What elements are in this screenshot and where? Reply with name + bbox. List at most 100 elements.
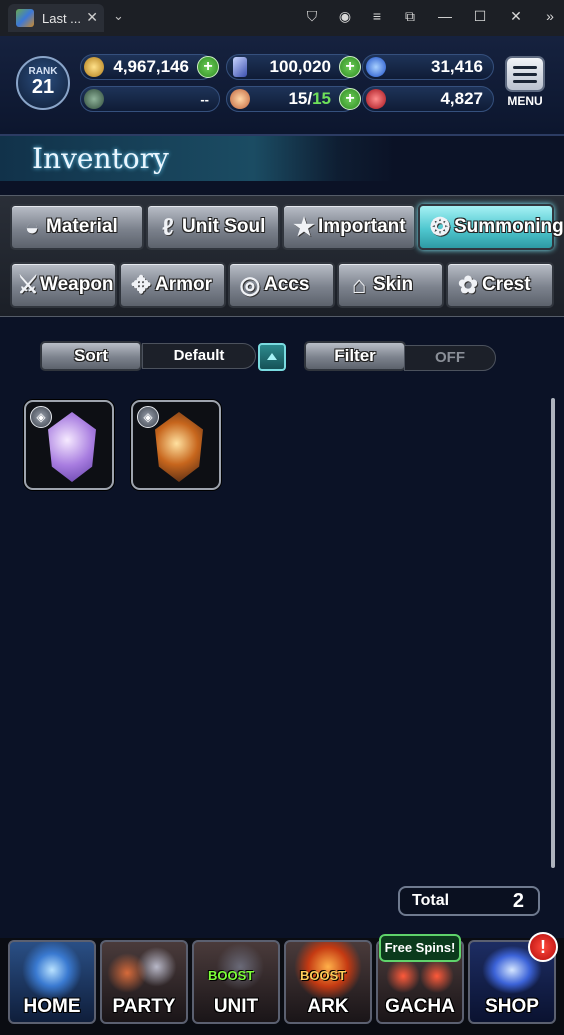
rank-badge[interactable]: RANK 21 [16,56,70,110]
add-lapis-button[interactable]: + [339,56,361,78]
sort-value[interactable]: Default [142,343,256,369]
summon-stone-icon: ❂ [429,214,451,241]
lapis-crystal-icon [233,57,247,77]
boost-tag: BOOST [300,968,347,983]
summon-badge-icon: ◈ [137,406,159,428]
tab-weapon[interactable]: ⚔ Weapon [10,262,117,308]
browser-tab[interactable]: Last ... ✕ [8,4,104,32]
sword-icon [84,89,104,109]
nav-home[interactable]: HOME [8,940,96,1024]
nav-label: ARK [307,996,349,1017]
pvp-value: -- [200,91,209,107]
minimize-icon[interactable]: — [435,8,455,24]
tab-label: Unit Soul [182,216,266,237]
tab-label: Skin [373,274,414,295]
nav-label: HOME [23,996,81,1017]
home-icon [10,942,94,1004]
blue-orb-value: 31,416 [431,57,483,76]
pvp-counter: -- [80,86,220,112]
blue-orb-counter: 31,416 [362,54,494,80]
game-favicon-icon [16,9,34,27]
total-label: Total [412,892,450,909]
filter-value[interactable]: OFF [404,345,496,371]
nav-label: SHOP [485,996,539,1017]
lapis-value: 100,020 [269,57,331,76]
tab-label: Accs [264,274,310,295]
nav-party[interactable]: PARTY [100,940,188,1024]
category-tabs: ◒ Material ℓ Unit Soul ★ Important ❂ Sum… [0,195,564,317]
tab-label: Crest [482,274,531,295]
energy-max: 15 [312,89,331,108]
bottom-nav: HOME PARTY BOOST UNIT BOOST ARK GACHA SH… [0,938,564,1035]
star-icon: ★ [293,214,315,241]
hamburger-icon [505,56,545,92]
nav-unit[interactable]: BOOST UNIT [192,940,280,1024]
tab-title: Last ... [42,10,82,26]
tab-crest[interactable]: ✿ Crest [446,262,554,308]
item-grid: ◈ ◈ [0,390,564,930]
tab-list-chevron-icon[interactable]: ⌄ [113,8,124,24]
menu-button[interactable]: MENU [500,56,550,114]
close-window-icon[interactable]: ✕ [506,8,526,25]
browser-menu-icon[interactable]: ≡ [367,8,387,24]
game-header: RANK 21 4,967,146 + 100,020 + 31,416 -- … [0,36,564,136]
add-gil-button[interactable]: + [197,56,219,78]
tab-label: Important [318,216,406,237]
tab-unit-soul[interactable]: ℓ Unit Soul [146,204,280,250]
sort-direction-toggle[interactable] [258,343,286,371]
nav-label: GACHA [385,996,455,1017]
sidebar-expand-icon[interactable]: » [540,8,560,24]
necklace-icon: ◎ [239,272,261,299]
tab-skin[interactable]: ⌂ Skin [337,262,444,308]
nav-label: PARTY [112,996,176,1017]
tab-material[interactable]: ◒ Material [10,204,144,250]
orange-crystal-icon [155,412,203,482]
media-icon[interactable]: ⛉ [302,8,322,25]
summon-badge-icon: ◈ [30,406,52,428]
maximize-icon[interactable]: ☐ [470,8,490,25]
energy-current: 15/ [288,89,313,108]
rank-value: 21 [31,76,55,98]
energy-value: 15/15 [288,89,331,109]
tab-important[interactable]: ★ Important [282,204,416,250]
purple-crystal-icon [48,412,96,482]
hanger-icon: ⌂ [351,272,367,299]
energy-counter: 15/15 + [226,86,361,112]
add-energy-button[interactable]: + [339,88,361,110]
tab-summoning[interactable]: ❂ Summoning [418,204,564,250]
scrollbar[interactable] [551,398,555,868]
red-orb-icon [366,89,386,109]
menu-label: MENU [507,94,543,108]
gil-counter: 4,967,146 + [80,54,219,80]
tab-close-icon[interactable]: ✕ [86,9,98,26]
tab-label: Weapon [40,274,114,295]
nav-label: UNIT [213,996,259,1017]
tab-label: Armor [155,274,213,295]
red-orb-value: 4,827 [440,89,483,108]
red-orb-counter: 4,827 [362,86,494,112]
inventory-item-2[interactable]: ◈ [131,400,221,490]
sword-icon: ⚔ [17,272,39,299]
boost-tag: BOOST [208,968,255,983]
crest-icon: ✿ [457,272,479,299]
filter-button[interactable]: Filter [304,341,406,371]
lapis-counter: 100,020 + [226,54,361,80]
armor-icon: ✥ [130,272,152,299]
gil-coin-icon [84,57,104,77]
profile-icon[interactable]: ◉ [335,8,355,25]
bag-icon: ◒ [24,214,40,241]
sort-button[interactable]: Sort [40,341,142,371]
energy-icon [230,89,250,109]
total-counter: Total 2 [398,886,540,916]
tab-accs[interactable]: ◎ Accs [228,262,335,308]
nav-ark[interactable]: BOOST ARK [284,940,372,1024]
pop-out-icon[interactable]: ⧉ [400,8,420,25]
soul-flame-icon: ℓ [162,214,174,241]
browser-tab-bar: Last ... ✕ ⌄ ⛉ ◉ ≡ ⧉ — ☐ ✕ » [0,0,564,36]
inventory-item-1[interactable]: ◈ [24,400,114,490]
total-value: 2 [512,889,524,912]
tab-armor[interactable]: ✥ Armor [119,262,226,308]
tab-label: Summoning [454,216,564,237]
party-icon [102,942,186,1004]
free-spins-badge: Free Spins! [379,934,461,962]
